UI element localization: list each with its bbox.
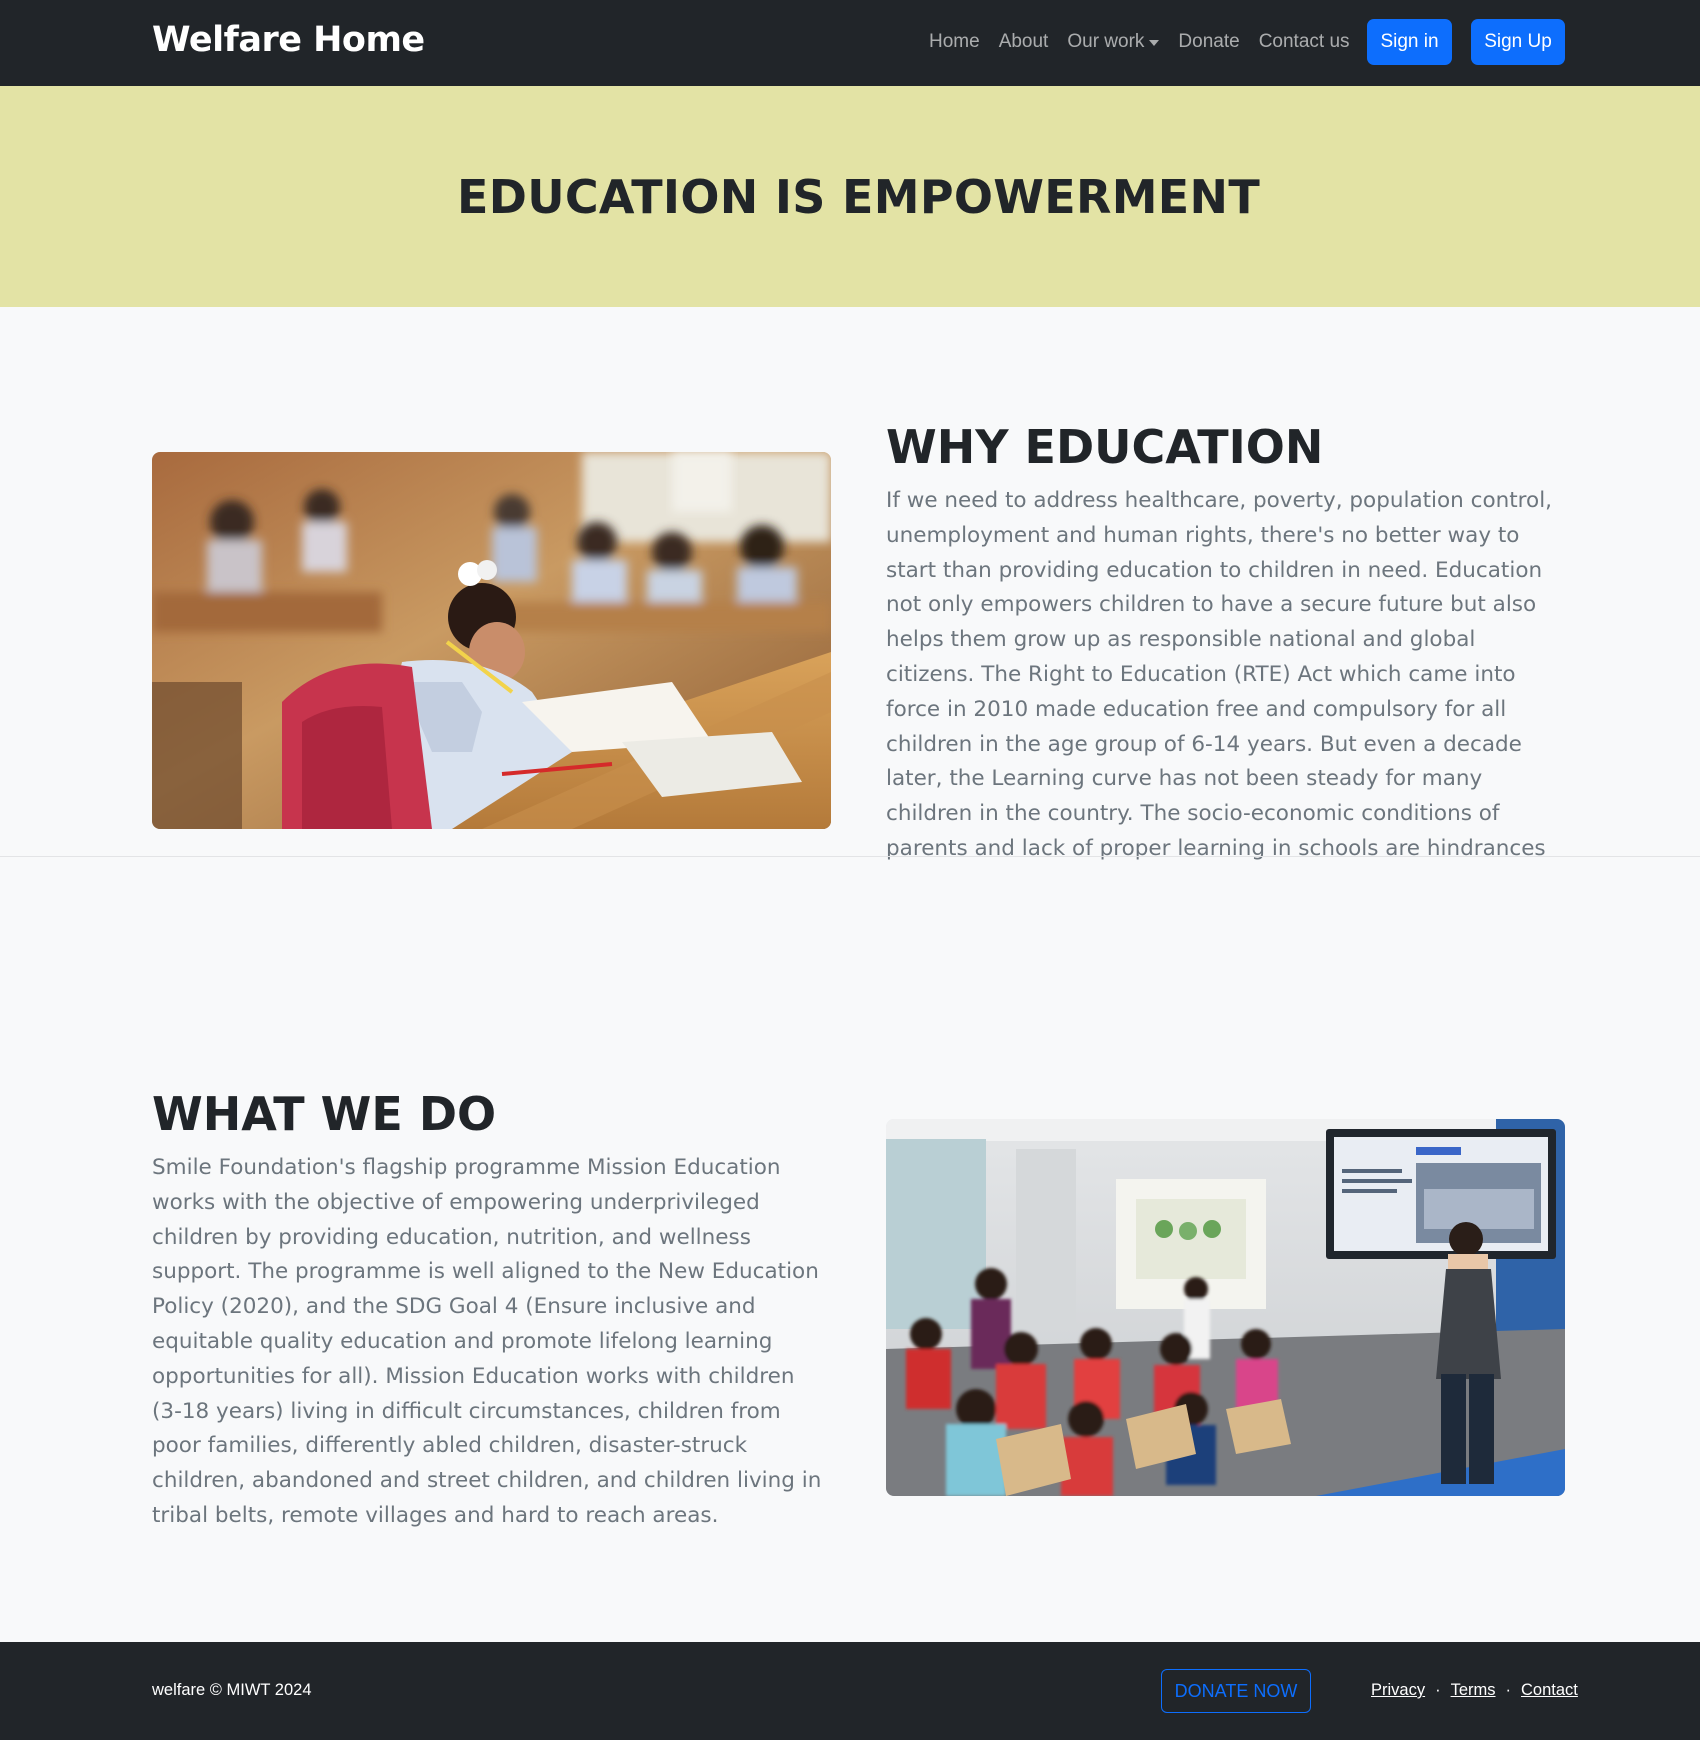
footer-links: Privacy · Terms · Contact <box>1371 1681 1578 1700</box>
nav-link-our-work-label: Our work <box>1067 31 1145 52</box>
sign-in-button[interactable]: Sign in <box>1367 19 1452 65</box>
why-education-heading: WHY EDUCATION <box>886 420 1324 474</box>
nav-link-home[interactable]: Home <box>929 31 980 53</box>
footer-separator: · <box>1435 1681 1441 1699</box>
donate-now-button[interactable]: DONATE NOW <box>1161 1669 1311 1713</box>
nav-link-donate[interactable]: Donate <box>1178 31 1239 53</box>
nav-link-our-work[interactable]: Our work <box>1067 31 1160 53</box>
hero-title: EDUCATION IS EMPOWERMENT <box>457 170 1260 224</box>
section-divider <box>0 856 1700 857</box>
nav-link-contact[interactable]: Contact us <box>1259 31 1350 53</box>
footer-link-terms[interactable]: Terms <box>1451 1681 1496 1700</box>
hero-banner: EDUCATION IS EMPOWERMENT <box>0 86 1700 307</box>
footer-separator: · <box>1505 1681 1512 1699</box>
sign-up-button[interactable]: Sign Up <box>1471 19 1565 65</box>
footer-link-privacy[interactable]: Privacy <box>1371 1681 1425 1700</box>
nav-links: Home About Our work Donate Contact us <box>929 31 1369 53</box>
why-education-text: If we need to address healthcare, povert… <box>886 488 1553 861</box>
brand-logo[interactable]: Welfare Home <box>152 20 425 60</box>
nav-link-about[interactable]: About <box>999 31 1049 53</box>
navbar: Welfare Home Home About Our work Donate … <box>0 0 1700 86</box>
classroom-girl-writing-image <box>152 452 831 829</box>
classroom-presentation-image <box>886 1119 1565 1496</box>
what-we-do-heading: WHAT WE DO <box>152 1087 497 1141</box>
footer-link-contact[interactable]: Contact <box>1521 1681 1578 1700</box>
what-we-do-text: Smile Foundation's flagship programme Mi… <box>152 1155 822 1528</box>
caret-down-icon <box>1149 40 1160 46</box>
footer: welfare © MIWT 2024 DONATE NOW Privacy ·… <box>0 1642 1700 1740</box>
copyright-text: welfare © MIWT 2024 <box>152 1681 312 1699</box>
